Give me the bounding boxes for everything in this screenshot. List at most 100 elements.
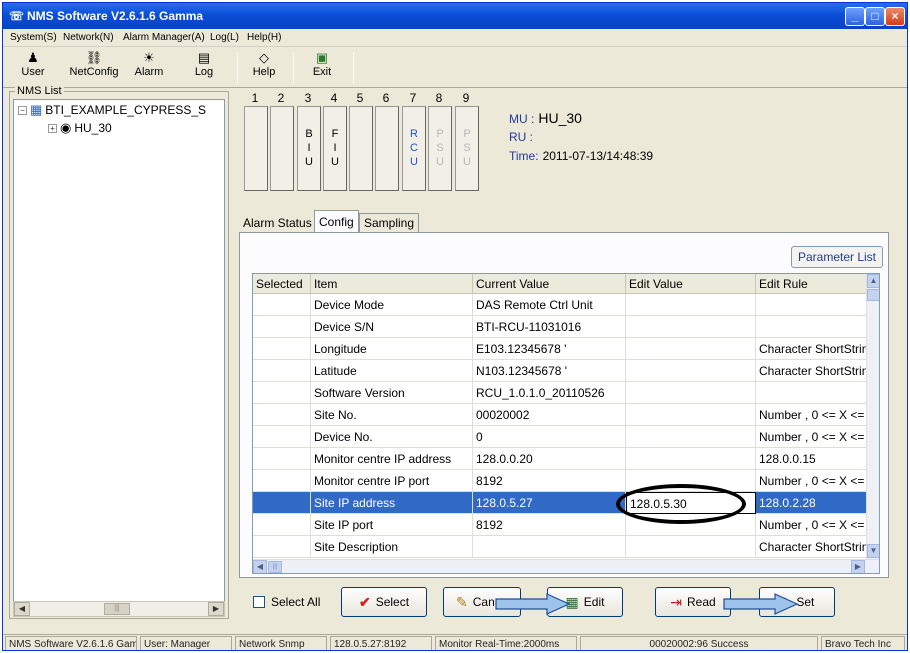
table-row[interactable]: Latitude N103.12345678 ' Character ShortSt… [253,360,867,382]
table-row[interactable]: Device No. 0 Number , 0 <= X <= 2 [253,426,867,448]
cell-current-value: RCU_1.0.1.0_20110526 [473,382,626,404]
table-row[interactable]: Device S/N BTI-RCU-11031016 [253,316,867,338]
scroll-right-icon[interactable]: ▶ [851,560,865,573]
tree-node-hu30[interactable]: + ◉ HU_30 [48,120,112,136]
table-header: Selected Item Current Value Edit Value E… [253,274,867,294]
cell-selected[interactable] [253,316,311,338]
table-vertical-scrollbar[interactable]: ▲ ▼ [866,274,879,559]
table-row[interactable]: Software Version RCU_1.0.1.0_20110526 [253,382,867,404]
maximize-button[interactable]: □ [865,7,885,26]
menu-system[interactable]: System(S) [10,32,57,43]
read-button[interactable]: ⇥ Read [655,587,731,617]
cell-edit-value[interactable] [626,404,756,426]
set-icon: ✦ [779,593,792,610]
table-row[interactable]: Site IP address 128.0.5.27 128.0.5.30 128.0… [253,492,867,514]
cell-edit-value[interactable] [626,294,756,316]
scroll-left-icon[interactable]: ◀ [253,560,267,573]
checkbox-box[interactable] [253,596,265,608]
minimize-button[interactable]: _ [845,7,865,26]
scroll-up-icon[interactable]: ▲ [867,274,879,288]
slot-card-psu-1[interactable]: P S U [428,106,452,191]
cell-selected[interactable] [253,404,311,426]
exit-button[interactable]: ▣ Exit [305,50,339,78]
cell-selected[interactable] [253,382,311,404]
slot-card-rcu[interactable]: R C U [402,106,426,191]
slot-card-5[interactable] [349,106,373,191]
table-row[interactable]: Site Description Character ShortString [253,536,867,558]
tab-sampling[interactable]: Sampling [359,213,420,233]
cell-selected[interactable] [253,448,311,470]
table-row[interactable]: Longitude E103.12345678 ' Character ShortS… [253,338,867,360]
menu-alarm-manager[interactable]: Alarm Manager(A) [123,32,205,43]
collapse-icon[interactable]: − [18,105,27,115]
tab-config[interactable]: Config [314,210,359,233]
cell-selected[interactable] [253,492,311,514]
cell-item: Site No. [311,404,473,426]
expand-icon[interactable]: + [48,123,57,133]
cancel-button[interactable]: ✎ Can [443,587,521,617]
cell-selected[interactable] [253,536,311,558]
cell-selected[interactable] [253,514,311,536]
help-button[interactable]: ◇ Help [247,50,281,78]
cell-edit-value[interactable] [626,448,756,470]
cell-edit-value[interactable] [626,470,756,492]
cell-edit-value[interactable] [626,316,756,338]
header-edit-value[interactable]: Edit Value [626,274,756,294]
cell-selected[interactable] [253,426,311,448]
table-row[interactable]: Device Mode DAS Remote Ctrl Unit [253,294,867,316]
table-row[interactable]: Site IP port 8192 Number , 0 <= X <= 6 [253,514,867,536]
scroll-right-icon[interactable]: ▶ [208,602,224,616]
cell-current-value: DAS Remote Ctrl Unit [473,294,626,316]
alarm-button[interactable]: ☀ Alarm [129,50,169,78]
menu-log[interactable]: Log(L) [210,32,239,43]
cell-selected[interactable] [253,294,311,316]
scroll-down-icon[interactable]: ▼ [867,544,879,558]
slot-card-biu[interactable]: B I U [297,106,321,191]
header-item[interactable]: Item [311,274,473,294]
slot-card-6[interactable] [375,106,399,191]
netconfig-button[interactable]: ⛓ NetConfig [63,50,125,78]
set-button[interactable]: ✦ Set [759,587,835,617]
cell-edit-rule: 128.0.0.15 [756,448,867,470]
cell-edit-value[interactable] [626,382,756,404]
slot-card-psu-2[interactable]: P S U [455,106,479,191]
table-row[interactable]: Monitor centre IP port 8192 Number , 0 <= … [253,470,867,492]
select-all-checkbox[interactable]: Select All [253,595,320,609]
cell-edit-value[interactable] [626,338,756,360]
slot-card-2[interactable] [270,106,294,191]
cell-edit-value[interactable] [626,514,756,536]
nms-tree[interactable]: − ▦ BTI_EXAMPLE_CYPRESS_S + ◉ HU_30 [13,99,225,615]
header-selected[interactable]: Selected [253,274,311,294]
scroll-thumb[interactable] [867,289,879,301]
parameter-list-button[interactable]: Parameter List [791,246,883,268]
tab-alarm-status[interactable]: Alarm Status [239,213,316,233]
table-horizontal-scrollbar[interactable]: ◀ ||| ▶ [253,559,879,573]
cell-edit-value[interactable] [626,536,756,558]
header-edit-rule[interactable]: Edit Rule [756,274,867,294]
tree-node-root[interactable]: − ▦ BTI_EXAMPLE_CYPRESS_S [18,102,206,118]
cell-edit-value[interactable] [626,426,756,448]
cell-edit-value[interactable]: 128.0.5.30 [626,492,756,514]
table-row[interactable]: Monitor centre IP address 128.0.0.20 128.0… [253,448,867,470]
menu-network[interactable]: Network(N) [63,32,114,43]
menu-help[interactable]: Help(H) [247,32,281,43]
cell-current-value: 0 [473,426,626,448]
close-button[interactable]: × [885,7,905,26]
cell-selected[interactable] [253,338,311,360]
tree-horizontal-scrollbar[interactable]: ◀ ||| ▶ [13,601,225,617]
select-button[interactable]: ✔ Select [341,587,427,617]
log-button[interactable]: ▤ Log [189,50,219,78]
cell-selected[interactable] [253,470,311,492]
slot-card-1[interactable] [244,106,268,191]
edit-button[interactable]: ▦ Edit [547,587,623,617]
slot-card-fiu[interactable]: F I U [323,106,347,191]
cell-edit-rule: Number , 0 <= X <= 2 [756,426,867,448]
cell-edit-value[interactable] [626,360,756,382]
cell-selected[interactable] [253,360,311,382]
table-row[interactable]: Site No. 00020002 Number , 0 <= X <= 4 [253,404,867,426]
user-button[interactable]: ♟ User [17,50,49,78]
header-current-value[interactable]: Current Value [473,274,626,294]
scroll-thumb[interactable]: ||| [104,603,130,615]
scroll-thumb[interactable]: ||| [268,561,282,573]
scroll-left-icon[interactable]: ◀ [14,602,30,616]
